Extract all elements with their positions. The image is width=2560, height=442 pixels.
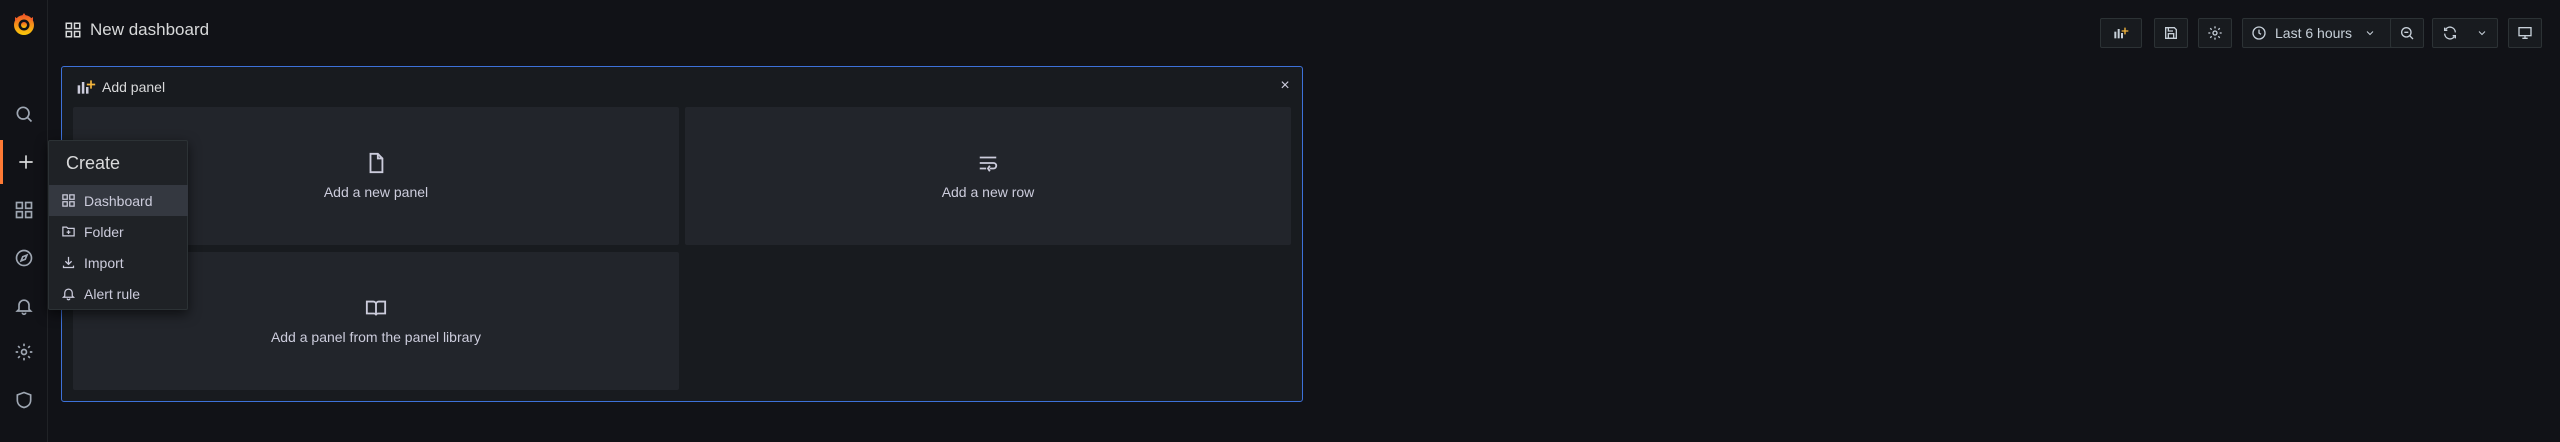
apps-icon [65,22,81,38]
grafana-logo[interactable] [10,10,38,38]
search-icon [16,106,33,123]
dashboard-title[interactable]: New dashboard [90,20,209,40]
sidebar-item-create[interactable] [0,140,48,184]
tv-icon [2518,26,2532,39]
import-icon [62,256,75,269]
add-new-row-option[interactable]: Add a new row [685,107,1291,245]
close-icon: × [1280,77,1290,94]
grafana-logo-icon [14,13,34,35]
create-menu-item-label: Import [84,254,124,271]
time-range-picker[interactable]: Last 6 hours [2242,18,2404,48]
close-button[interactable]: × [1276,77,1294,95]
view-mode-button[interactable] [2508,18,2542,48]
refresh-icon [2444,26,2456,40]
save-icon [2165,27,2177,39]
sidebar [0,0,48,442]
add-panel-icon [77,80,96,94]
bell-icon [61,288,76,301]
create-menu-title: Create [66,153,121,173]
create-menu-item-dashboard[interactable]: Dashboard [49,185,188,216]
sidebar-item-alerting[interactable] [0,284,48,328]
sidebar-item-server-admin[interactable] [0,378,48,422]
sidebar-item-dashboards[interactable] [0,188,48,232]
time-range-label: Last 6 hours [2275,25,2353,41]
create-menu: Create Dashboard Folder Import Alert rul… [48,140,188,310]
book-open-icon [365,300,387,316]
add-panel-header: Add panel [76,77,165,97]
shield-icon [16,391,32,409]
add-new-row-label: Add a new row [941,184,1035,200]
dashboard-settings-button[interactable] [2198,18,2232,48]
apps-icon [62,194,75,207]
add-panel-button[interactable] [2100,18,2142,48]
sidebar-item-search[interactable] [0,92,48,136]
zoom-out-icon [2401,27,2414,40]
save-dashboard-button[interactable] [2154,18,2188,48]
gear-icon [15,343,33,361]
create-menu-item-alert-rule[interactable]: Alert rule [49,278,188,309]
add-panel-title: Add panel [102,79,166,95]
create-menu-item-label: Alert rule [84,285,141,302]
create-menu-item-folder[interactable]: Folder [49,216,188,247]
compass-icon [15,249,33,267]
chevron-down-icon [2366,31,2374,36]
wrap-text-icon [979,156,998,172]
file-blank-icon [369,152,384,174]
sidebar-item-explore[interactable] [0,236,48,280]
create-menu-item-import[interactable]: Import [49,247,188,278]
sidebar-item-configuration[interactable] [0,330,48,374]
add-panel-widget: Add panel × Add a new panel Add a new ro… [61,66,1303,402]
create-menu-item-label: Dashboard [84,192,153,209]
create-menu-item-label: Folder [84,223,124,240]
add-new-panel-label: Add a new panel [323,184,429,200]
refresh-button[interactable] [2432,18,2498,48]
plus-icon [18,155,33,169]
folder-plus-icon [62,226,75,237]
apps-icon [15,201,33,219]
gear-icon [2208,26,2222,40]
add-panel-icon [2114,27,2129,39]
bell-icon [15,299,33,316]
chevron-down-icon [2478,31,2486,36]
clock-icon [2252,26,2266,40]
add-library-panel-label: Add a panel from the panel library [270,329,482,345]
page-title: New dashboard [64,20,209,40]
zoom-out-button[interactable] [2390,18,2424,48]
